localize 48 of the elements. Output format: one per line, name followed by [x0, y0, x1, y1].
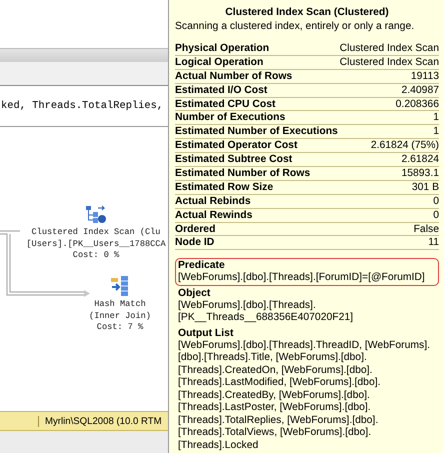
property-name: Estimated Subtree Cost	[175, 153, 292, 166]
operator-label: Clustered Index Scan (Clu	[32, 227, 160, 238]
section-text: [WebForums].[dbo].[Threads].[ForumID]=[@ForumID]	[178, 272, 426, 285]
property-value: 2.40987	[401, 84, 439, 97]
property-value: 11	[428, 236, 439, 250]
property-value: False	[414, 222, 439, 236]
index-scan-icon[interactable]	[85, 205, 107, 225]
property-name: Actual Rewinds	[175, 208, 252, 222]
property-name: Actual Number of Rows	[175, 70, 292, 83]
property-name: Estimated Number of Rows	[175, 167, 310, 180]
property-name: Estimated Row Size	[175, 180, 274, 194]
property-value: 19113	[410, 70, 439, 83]
property-value: 0	[433, 194, 439, 208]
property-value: Clustered Index Scan	[340, 42, 439, 55]
property-value: 301 B	[412, 180, 439, 194]
server-name: Myrlin\SQL2008 (10.0 RTM	[38, 416, 162, 426]
operator-label: Hash Match	[94, 299, 146, 310]
section-heading: Predicate	[178, 259, 226, 272]
property-name: Node ID	[175, 236, 214, 250]
section-text: [WebForums].[dbo].[Threads].ThreadID, [WebForums].[dbo].[Threads].Title, [WebForums].[dbo].[Threads].CreatedOn, [WebForums].[dbo].[Threads].LastModified, [WebForums].[dbo].[Threads].CreatedBy, [WebForums].[dbo].[Threads].LastPoster, [WebForums].[dbo].[Threads].TotalReplies, [WebForums].[dbo].[Threads].TotalViews, [WebForums].[dbo].[Threads].Locked	[178, 340, 431, 452]
property-name: Physical Operation	[175, 42, 270, 55]
property-value: 1	[433, 125, 439, 138]
property-name: Number of Executions	[175, 111, 286, 124]
property-value: 2.61824 (75%)	[370, 139, 439, 152]
property-name: Estimated Operator Cost	[175, 139, 298, 152]
property-name: Estimated CPU Cost	[175, 98, 276, 110]
property-value: 2.61824	[401, 153, 439, 166]
property-value: 0.208366	[396, 98, 439, 110]
property-name: Estimated I/O Cost	[175, 84, 268, 97]
operator-label: [Users].[PK__Users__1788CCA	[26, 238, 166, 250]
property-name: Ordered	[175, 222, 216, 236]
property-value: 15893.1	[401, 167, 439, 180]
property-name: Actual Rebinds	[175, 194, 251, 208]
property-name: Logical Operation	[175, 56, 264, 69]
hash-match-icon[interactable]	[110, 275, 130, 297]
tooltip-title: Clustered Index Scan (Clustered)	[224, 6, 390, 20]
section-heading: Object	[178, 286, 212, 300]
property-value: Clustered Index Scan	[340, 56, 439, 69]
sql-query-text: ked, Threads.TotalReplies,	[1, 100, 164, 112]
section-text: [WebForums].[dbo].[Threads].[PK__Threads__688356E407020F21]	[178, 300, 354, 325]
property-value: 0	[433, 208, 439, 222]
property-value: 1	[433, 111, 439, 124]
operator-label: Cost: 0 %	[72, 250, 120, 262]
section-heading: Output List	[178, 326, 234, 340]
operator-label: Cost: 7 %	[96, 322, 144, 334]
property-name: Estimated Number of Executions	[175, 125, 338, 138]
tooltip-description: Scanning a clustered index, entirely or only a range.	[175, 20, 416, 34]
operator-label: (Inner Join)	[89, 310, 151, 322]
